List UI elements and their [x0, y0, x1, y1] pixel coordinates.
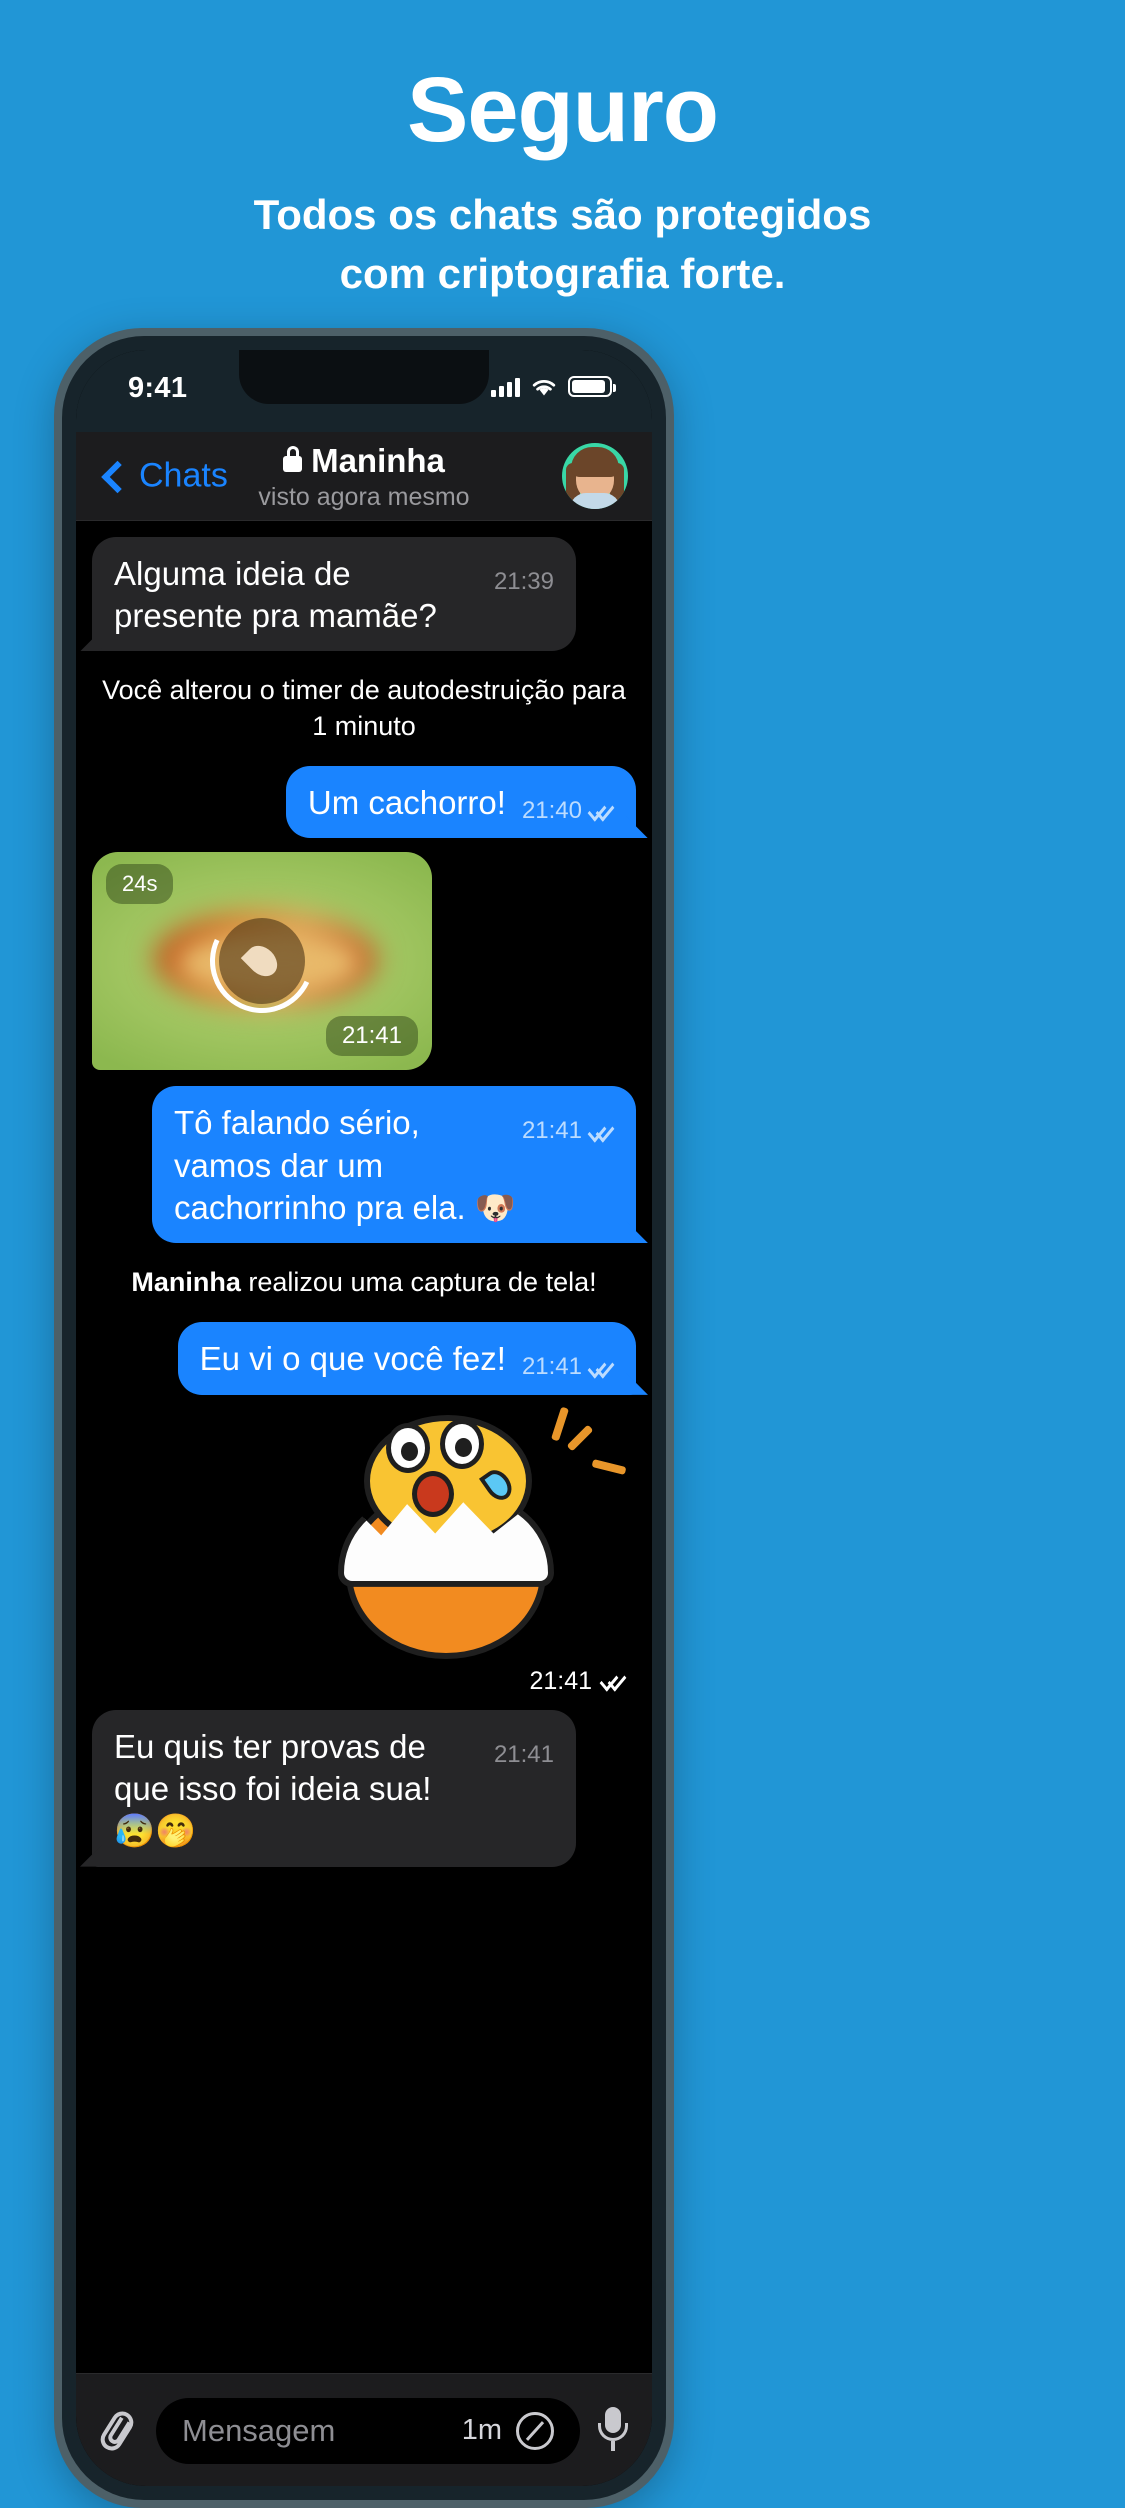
microphone-icon[interactable]: [596, 2406, 630, 2455]
message-bubble-outgoing[interactable]: 21:41 Eu vi o que você fez!: [177, 1322, 636, 1395]
message-meta: 21:41: [494, 1740, 554, 1771]
message-meta: 21:39: [494, 567, 554, 598]
message-text: Eu vi o que você fez!: [199, 1340, 506, 1378]
message-row: 21:40 Um cachorro!: [76, 765, 652, 839]
sticker-meta: 21:41: [76, 1667, 652, 1696]
photo-duration-badge: 24s: [106, 864, 174, 905]
status-bar-icons: [491, 376, 616, 397]
message-text: Alguma ideia de presente pra mamãe?: [114, 555, 437, 635]
read-receipt-icon: [599, 1669, 627, 1693]
chat-header: Chats Maninha visto agora mesmo: [76, 432, 652, 521]
message-bubble-incoming[interactable]: 21:39 Alguma ideia de presente pra mamãe…: [92, 537, 576, 652]
self-destruct-flame-icon: [219, 918, 305, 1005]
message-row: 21:41 Eu quis ter provas de que isso foi…: [76, 1709, 652, 1867]
message-list[interactable]: 21:39 Alguma ideia de presente pra mamãe…: [76, 521, 652, 2373]
message-meta: 21:41: [521, 1352, 615, 1383]
message-input-bar: Mensagem 1m: [76, 2373, 652, 2486]
service-message-actor: Maninha: [131, 1267, 241, 1298]
message-row: 21:39 Alguma ideia de presente pra mamãe…: [76, 537, 652, 652]
self-destruct-timer-value: 1m: [461, 2414, 502, 2446]
message-input-placeholder: Mensagem: [182, 2412, 336, 2448]
message-bubble-outgoing[interactable]: 21:40 Um cachorro!: [285, 765, 636, 839]
battery-icon: [568, 376, 616, 397]
phone-screen: 9:41 Chats Maninha visto agora mesmo 21:…: [76, 350, 652, 2486]
message-timestamp: 21:41: [521, 1353, 582, 1381]
paperclip-icon[interactable]: [98, 2408, 140, 2454]
promo-subtitle: Todos os chats são protegidos com cripto…: [113, 185, 1013, 304]
page-title: Seguro: [407, 59, 719, 161]
message-bubble-incoming[interactable]: 21:41 Eu quis ter provas de que isso foi…: [92, 1709, 576, 1867]
message-text: Eu quis ter provas de que isso foi ideia…: [114, 1727, 432, 1850]
status-bar-time: 9:41: [128, 372, 188, 404]
read-receipt-icon: [587, 799, 615, 822]
message-text: Um cachorro!: [307, 783, 506, 821]
wifi-icon: [531, 377, 557, 397]
message-text: Tô falando sério, vamos dar um cachorrin…: [174, 1104, 516, 1226]
promo-subtitle-line2: com criptografia forte.: [339, 250, 786, 298]
self-destruct-photo-message[interactable]: 24s 21:41: [92, 852, 432, 1071]
avatar[interactable]: [562, 443, 628, 509]
message-timestamp: 21:40: [521, 796, 582, 824]
notch: [239, 350, 489, 404]
message-row: [76, 1406, 652, 1659]
shocked-egg-sticker[interactable]: [328, 1406, 628, 1659]
service-message-text: Você alterou o timer de autodestruição p…: [102, 675, 626, 741]
phone-bezel: 9:41 Chats Maninha visto agora mesmo 21:…: [62, 336, 666, 2500]
self-destruct-timer-icon[interactable]: [516, 2411, 554, 2450]
message-timestamp: 21:41: [493, 1740, 554, 1768]
chat-contact-name: Maninha: [311, 442, 445, 479]
service-message-text: realizou uma captura de tela!: [240, 1267, 597, 1298]
promo-header: Seguro Todos os chats são protegidos com…: [0, 0, 1125, 304]
photo-timestamp: 21:41: [325, 1016, 418, 1057]
message-row: 21:41 Eu vi o que você fez!: [76, 1322, 652, 1395]
message-meta: 21:41: [521, 1116, 615, 1147]
message-bubble-outgoing[interactable]: 21:41 Tô falando sério, vamos dar um cac…: [152, 1086, 636, 1244]
read-receipt-icon: [587, 1355, 615, 1379]
status-bar: 9:41: [76, 350, 652, 432]
message-timestamp: 21:41: [529, 1666, 592, 1695]
message-input-field[interactable]: Mensagem 1m: [156, 2397, 580, 2464]
cellular-signal-icon: [491, 377, 520, 397]
message-meta: 21:40: [521, 796, 615, 827]
message-row: 24s 21:41: [76, 852, 652, 1071]
message-row: 21:41 Tô falando sério, vamos dar um cac…: [76, 1086, 652, 1244]
read-receipt-icon: [587, 1120, 615, 1143]
lock-icon: [283, 445, 303, 472]
message-timestamp: 21:39: [493, 568, 554, 595]
message-timestamp: 21:41: [521, 1117, 582, 1145]
service-message-timer: Você alterou o timer de autodestruição p…: [76, 665, 652, 753]
phone-mockup: 9:41 Chats Maninha visto agora mesmo 21:…: [54, 328, 674, 2508]
service-message-screenshot: Maninha realizou uma captura de tela!: [76, 1257, 652, 1310]
promo-subtitle-line1: Todos os chats são protegidos: [253, 190, 872, 238]
